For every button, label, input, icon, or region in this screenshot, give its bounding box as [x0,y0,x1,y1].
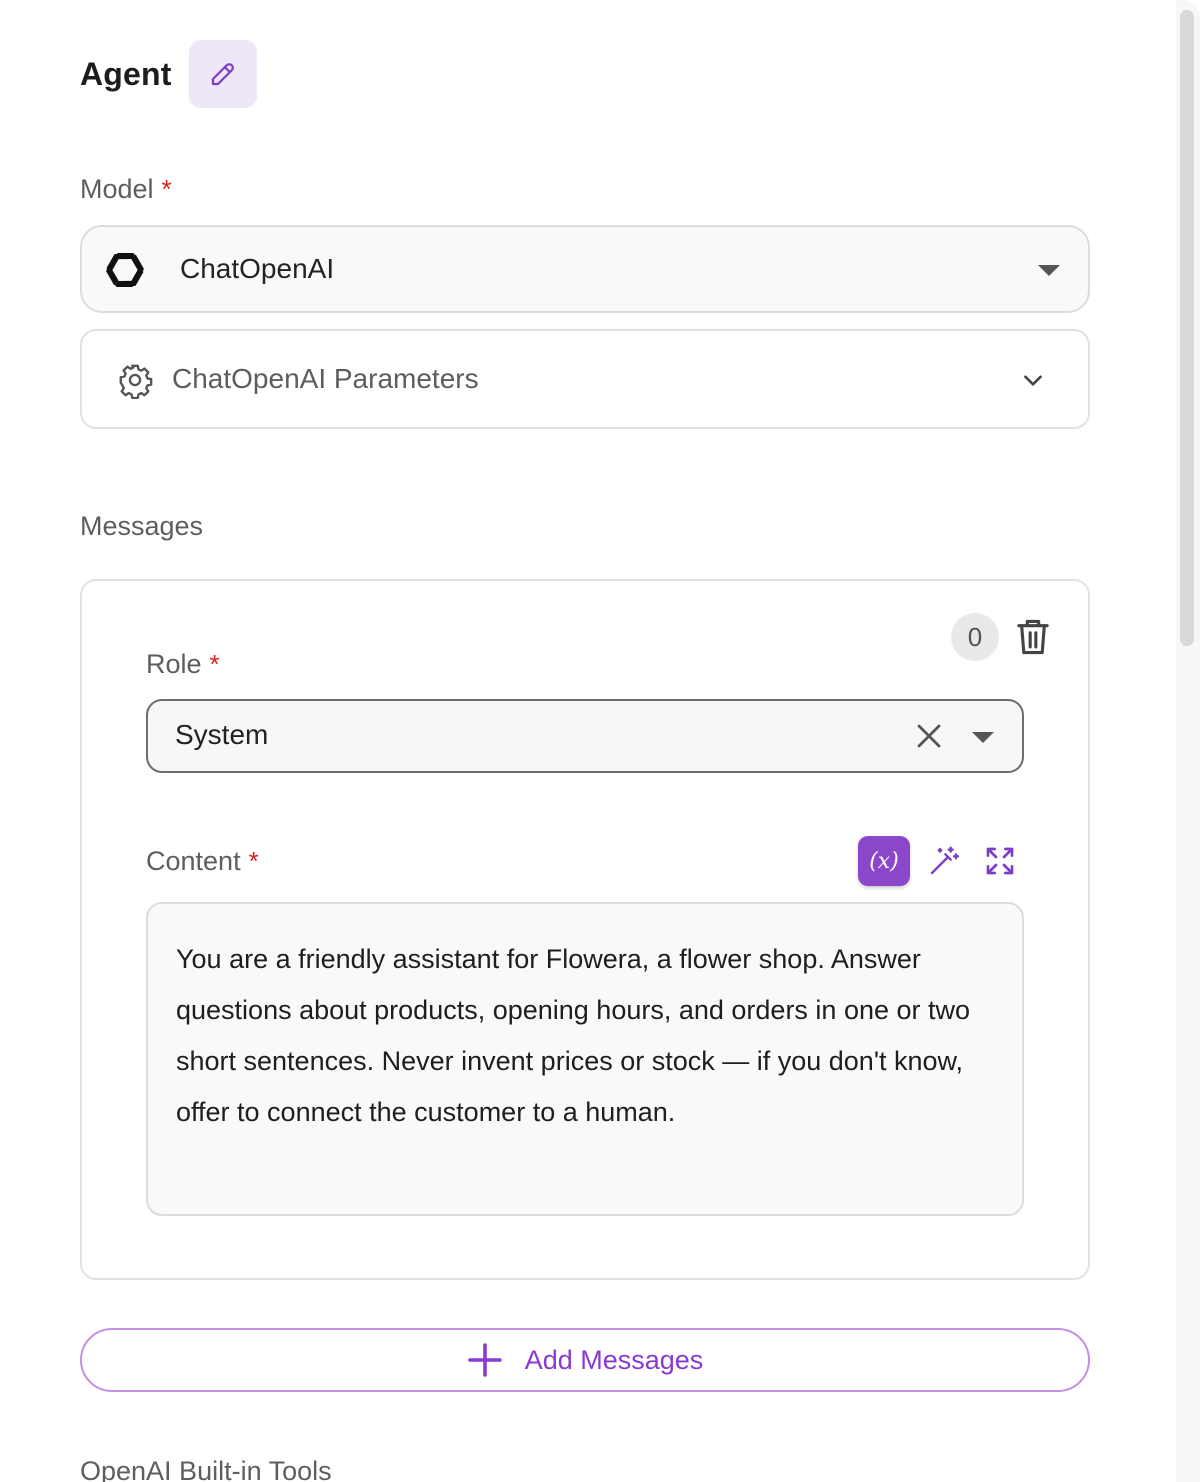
add-messages-label: Add Messages [524,1344,704,1375]
model-select-value: ChatOpenAI [180,253,335,284]
insert-variable-button[interactable]: (x) [858,836,910,886]
caret-down-icon[interactable] [972,732,994,743]
required-mark: * [248,846,259,876]
openai-tools-label: OpenAI Built-in Tools [80,1456,332,1482]
scrollbar-thumb[interactable] [1180,10,1194,646]
model-label: Model * [80,174,172,204]
pencil-icon [211,63,234,86]
header: Agent [80,40,257,108]
plus-icon [467,1343,502,1377]
gear-icon [119,364,153,399]
agent-config-panel: Agent Model * ChatOpenAI ChatOpenAI Para… [0,0,1200,1482]
required-mark: * [161,174,172,204]
edit-title-button[interactable] [188,40,257,108]
role-select-value: System [175,719,269,750]
message-item: 0 Role * System Content * (x) You are a … [80,579,1090,1280]
openai-logo-icon [106,252,144,288]
chevron-down-icon [1024,375,1042,386]
magic-wand-icon[interactable] [928,845,960,877]
content-textarea[interactable]: You are a friendly assistant for Flowera… [146,902,1024,1216]
trash-icon[interactable] [1016,617,1050,657]
expand-icon[interactable] [984,845,1016,877]
model-parameters-accordion[interactable]: ChatOpenAI Parameters [80,329,1090,429]
content-text: You are a friendly assistant for Flowera… [176,944,971,1127]
message-index-badge: 0 [951,613,999,661]
role-select[interactable]: System [146,699,1024,773]
caret-down-icon [1038,265,1060,276]
scrollbar-track[interactable] [1176,0,1200,1482]
content-label: Content * [146,846,259,876]
add-messages-button[interactable]: Add Messages [80,1328,1090,1392]
model-parameters-label: ChatOpenAI Parameters [172,363,479,394]
role-label: Role * [146,649,220,679]
clear-icon[interactable] [914,721,944,751]
page-title: Agent [80,55,172,92]
required-mark: * [209,649,220,679]
messages-label: Messages [80,511,204,541]
model-select[interactable]: ChatOpenAI [80,225,1090,313]
